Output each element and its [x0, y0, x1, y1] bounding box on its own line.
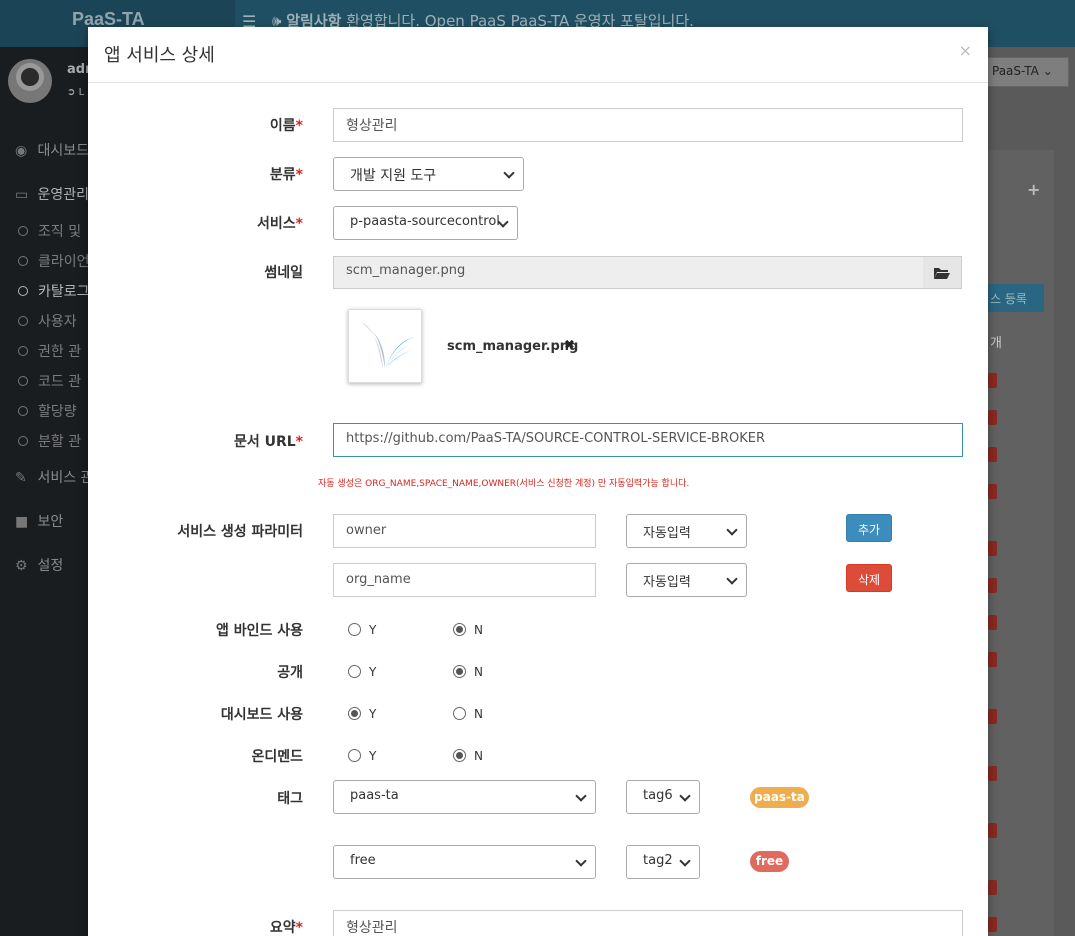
sidebar-item-settings[interactable]: ⚙ 설정	[15, 555, 63, 575]
folder-open-icon	[934, 268, 950, 279]
category-label: 분류*	[269, 167, 303, 183]
dashboard-radio-y[interactable]: Y	[348, 707, 376, 721]
delete-mini-button[interactable]	[988, 917, 997, 932]
add-param-button[interactable]: 추가	[846, 514, 892, 542]
category-select[interactable]: 개발 지원 도구	[333, 157, 524, 191]
param-name-input[interactable]: owner	[333, 514, 596, 548]
doc-url-input[interactable]: https://github.com/PaaS-TA/SOURCE-CONTRO…	[333, 423, 963, 457]
doc-url-label: 문서 URL*	[233, 434, 303, 450]
delete-mini-button[interactable]	[988, 373, 997, 388]
ondemand-radio-n[interactable]: N	[453, 749, 483, 763]
param-name-input[interactable]: org_name	[333, 563, 596, 597]
summary-input[interactable]: 형상관리	[333, 910, 963, 936]
scm-logo-image	[361, 322, 415, 370]
thumbnail-label: 썸네일	[264, 265, 303, 281]
org-select[interactable]: PaaS-TA ⌄	[985, 57, 1069, 87]
service-detail-modal: 앱 서비스 상세 × 이름* 형상관리 분류* 개발 지원 도구 서비스* p-…	[88, 27, 988, 936]
logout-link[interactable]: ➲ L	[67, 87, 84, 98]
public-label: 공개	[277, 665, 303, 681]
param-mode-select[interactable]: 자동입력	[626, 563, 747, 597]
thumbnail-preview	[348, 309, 422, 383]
chevron-down-icon: ⌄	[1042, 64, 1053, 78]
laptop-icon: ▭	[15, 187, 29, 203]
tag-color-select[interactable]: tag2	[626, 845, 700, 879]
edit-icon: ✎	[15, 470, 27, 486]
plus-icon[interactable]: +	[1027, 180, 1040, 199]
remove-thumbnail-icon[interactable]: ✖	[564, 338, 575, 353]
sidebar-subitem-user[interactable]: 사용자	[18, 311, 77, 331]
tag-color-select[interactable]: tag6	[626, 780, 700, 814]
app-bind-label: 앱 바인드 사용	[215, 623, 303, 639]
folder-open-button[interactable]	[923, 256, 962, 289]
dashboard-label: 대시보드 사용	[220, 707, 303, 723]
modal-header: 앱 서비스 상세 ×	[88, 27, 988, 83]
public-radio-y[interactable]: Y	[348, 665, 376, 679]
tag-badge: paas-ta	[750, 787, 809, 808]
public-radio-n[interactable]: N	[453, 665, 483, 679]
service-params-label: 서비스 생성 파라미터	[177, 524, 303, 540]
delete-mini-button[interactable]	[988, 709, 997, 724]
app-bind-radio-n[interactable]: N	[453, 623, 483, 637]
delete-mini-button[interactable]	[988, 766, 997, 781]
sidebar-subitem-split[interactable]: 분할 관	[18, 431, 81, 451]
delete-mini-button[interactable]	[988, 410, 997, 425]
sidebar-subitem-org[interactable]: 조직 및	[18, 221, 81, 241]
lock-icon: ■	[15, 514, 29, 530]
sidebar-subitem-catalog[interactable]: 카탈로그	[18, 281, 90, 301]
background-panel	[988, 150, 1054, 936]
thumbnail-filename: scm_manager.png	[447, 339, 579, 354]
sidebar-subitem-auth[interactable]: 권한 관	[18, 341, 81, 361]
sidebar-item-operations[interactable]: ▭ 운영관리	[15, 184, 89, 204]
sidebar-item-service[interactable]: ✎ 서비스 관	[15, 467, 93, 487]
close-icon[interactable]: ×	[959, 41, 972, 60]
service-select[interactable]: p-paasta-sourcecontrol	[333, 206, 518, 240]
delete-mini-button[interactable]	[988, 578, 997, 593]
delete-param-button[interactable]: 삭제	[846, 564, 892, 592]
summary-label: 요약*	[269, 920, 303, 936]
ondemand-radio-y[interactable]: Y	[348, 749, 376, 763]
thumbnail-input[interactable]: scm_manager.png	[333, 256, 924, 289]
tag-badge: free	[750, 851, 789, 872]
modal-title: 앱 서비스 상세	[104, 45, 215, 66]
dashboard-icon: ◉	[15, 143, 28, 159]
register-service-button[interactable]: 스 등록	[988, 284, 1044, 312]
sidebar-subitem-code[interactable]: 코드 관	[18, 371, 81, 391]
name-input[interactable]: 형상관리	[333, 108, 963, 142]
sidebar-item-security[interactable]: ■ 보안	[15, 511, 63, 531]
gear-icon: ⚙	[15, 558, 28, 574]
app-bind-radio-y[interactable]: Y	[348, 623, 376, 637]
delete-mini-button[interactable]	[988, 541, 997, 556]
delete-mini-button[interactable]	[988, 484, 997, 499]
avatar	[8, 59, 52, 103]
sidebar-subitem-client[interactable]: 클라이언	[18, 251, 90, 271]
tag-select[interactable]: paas-ta	[333, 780, 596, 814]
param-mode-select[interactable]: 자동입력	[626, 514, 747, 548]
tag-select[interactable]: free	[333, 845, 596, 879]
name-label: 이름*	[269, 118, 303, 134]
sidebar-item-dashboard[interactable]: ◉ 대시보드	[15, 140, 89, 160]
delete-mini-button[interactable]	[988, 652, 997, 667]
delete-mini-button[interactable]	[988, 447, 997, 462]
delete-mini-button[interactable]	[988, 823, 997, 838]
delete-mini-button[interactable]	[988, 880, 997, 895]
sidebar-subitem-quota[interactable]: 할당량	[18, 401, 77, 421]
auto-input-hint: 자동 생성은 ORG_NAME,SPACE_NAME,OWNER(서비스 신청한…	[318, 479, 690, 489]
dashboard-radio-n[interactable]: N	[453, 707, 483, 721]
tag-label: 태그	[277, 791, 303, 807]
logout-icon: ➲	[67, 87, 76, 98]
count-label: 개	[990, 336, 1002, 351]
delete-mini-button[interactable]	[988, 615, 997, 630]
ondemand-label: 온디멘드	[251, 749, 303, 765]
service-label: 서비스*	[257, 216, 303, 232]
